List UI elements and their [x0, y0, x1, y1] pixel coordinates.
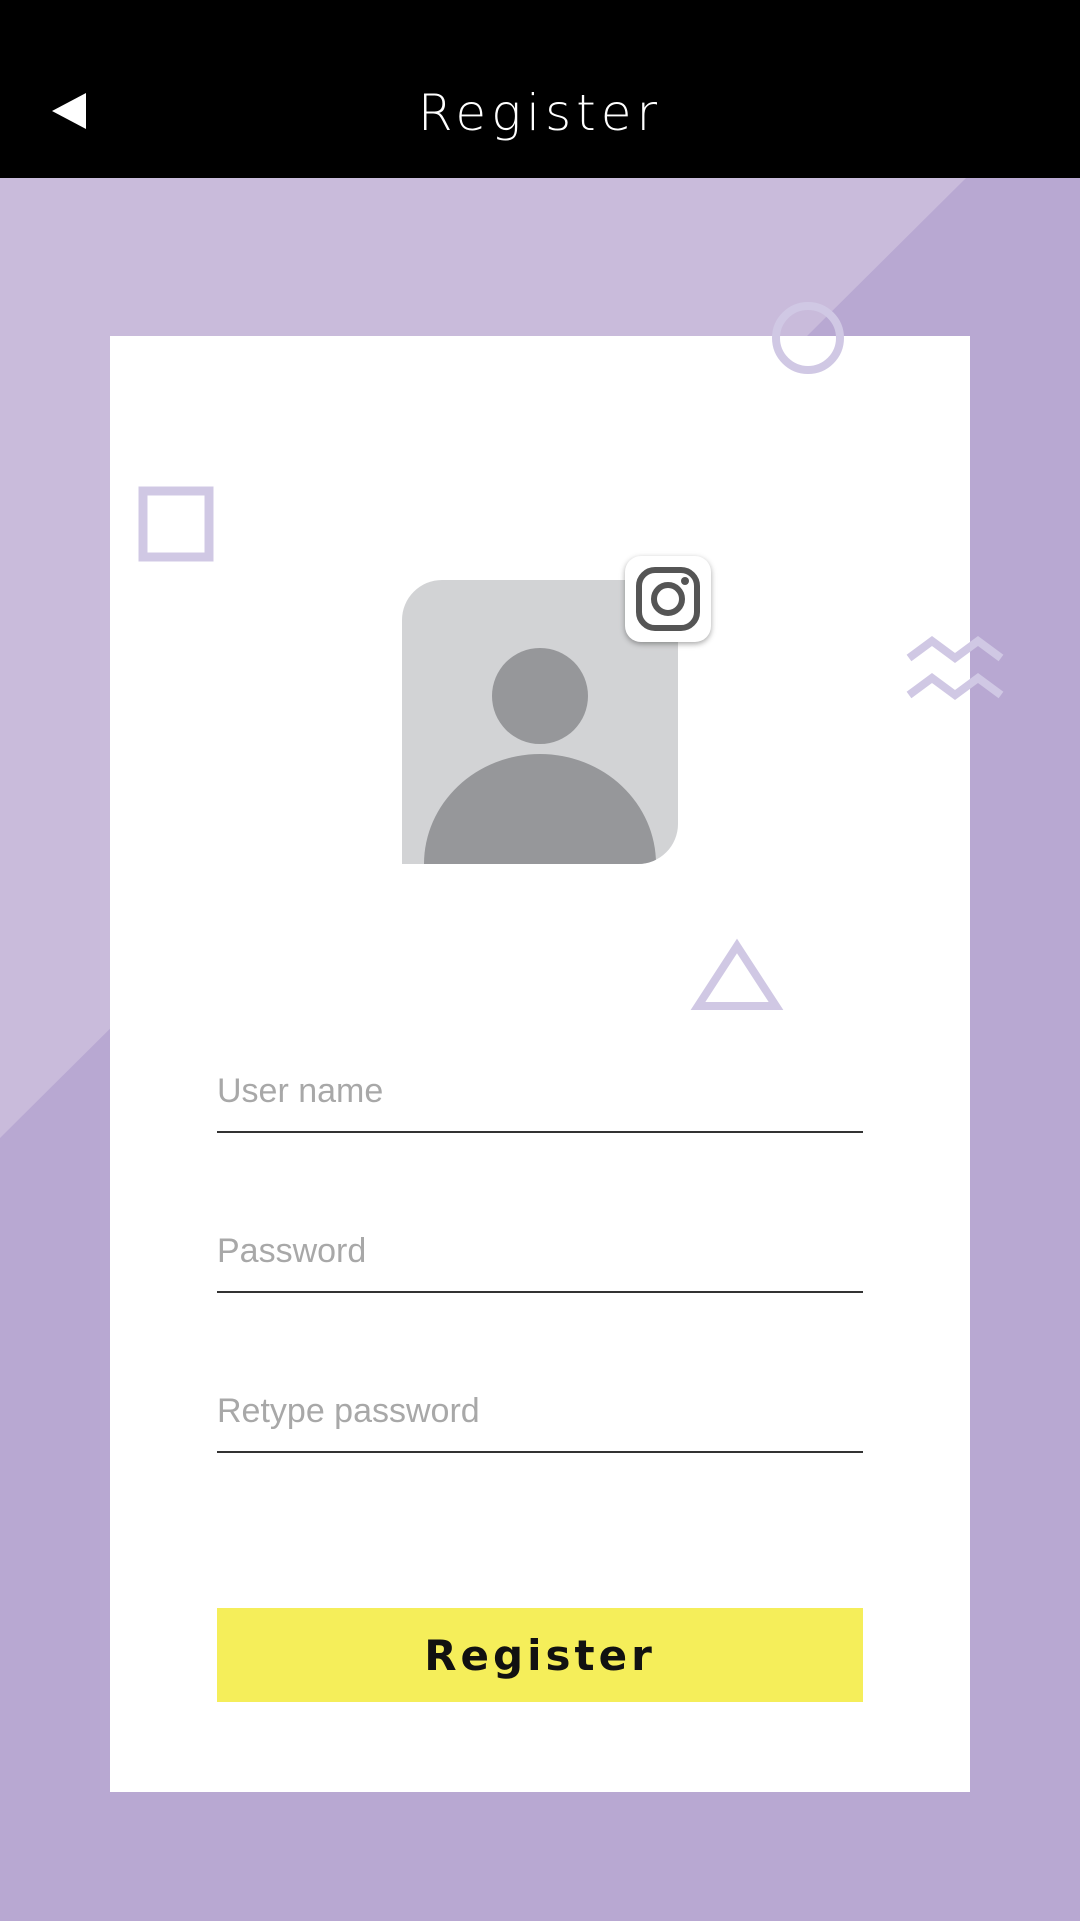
username-input[interactable] [217, 1072, 863, 1111]
password-field[interactable] [217, 1203, 863, 1293]
circle-decoration-icon [772, 302, 844, 374]
retype-password-field[interactable] [217, 1363, 863, 1453]
register-button[interactable]: Register [217, 1608, 863, 1702]
retype-password-input[interactable] [217, 1392, 863, 1431]
instagram-badge[interactable] [625, 556, 711, 642]
zigzag-decoration-icon [906, 636, 1004, 700]
triangle-decoration-icon [690, 938, 784, 1010]
username-field[interactable] [217, 1043, 863, 1133]
password-input[interactable] [217, 1232, 863, 1271]
instagram-icon [636, 567, 700, 631]
square-decoration-icon [138, 486, 214, 562]
top-bar: Register [0, 0, 1080, 178]
page-title: Register [417, 84, 663, 142]
